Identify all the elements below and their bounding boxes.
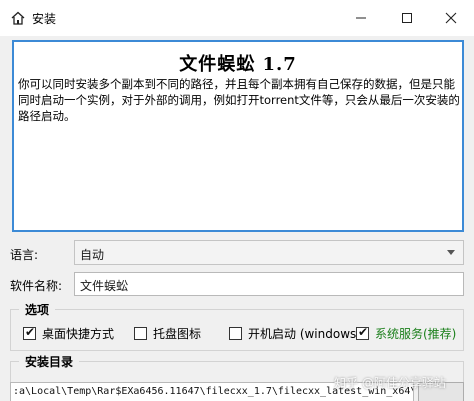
language-value: 自动 <box>80 248 105 262</box>
system-service-checkbox[interactable]: ✔ 系统服务(推荐) <box>356 325 456 342</box>
system-service-label: 系统服务(推荐) <box>375 327 457 341</box>
checkmark-icon: ✔ <box>358 325 369 339</box>
desktop-shortcut-checkbox[interactable]: ✔ 桌面快捷方式 <box>23 325 114 342</box>
maximize-button[interactable] <box>384 0 430 36</box>
info-description: 你可以同时安装多个副本到不同的路径，并且每个副本拥有自己保存的数据，但是只能同时… <box>18 77 460 123</box>
language-select[interactable]: 自动 <box>74 240 464 265</box>
close-icon <box>445 12 457 24</box>
minimize-button[interactable] <box>338 0 384 36</box>
install-dir-legend: 安装目录 <box>19 353 80 370</box>
checkmark-icon: ✔ <box>25 325 36 339</box>
software-name-value: 文件蜈蚣 <box>80 279 129 293</box>
title-bar: 安装 <box>0 0 474 36</box>
watermark: 知乎 @阿佳分享驿站 <box>334 376 446 390</box>
home-icon <box>11 11 25 25</box>
chevron-down-icon <box>447 250 455 255</box>
autostart-checkbox[interactable]: 开机启动 (windows) <box>229 325 361 342</box>
tray-icon-label: 托盘图标 <box>153 327 202 341</box>
desktop-shortcut-label: 桌面快捷方式 <box>42 327 115 341</box>
software-name-field[interactable]: 文件蜈蚣 <box>74 272 464 296</box>
maximize-icon <box>402 13 412 23</box>
options-legend: 选项 <box>19 301 56 318</box>
close-button[interactable] <box>428 0 474 36</box>
minimize-icon <box>356 17 366 19</box>
language-label: 语言: <box>10 248 39 262</box>
options-group: 选项 ✔ 桌面快捷方式 托盘图标 开机启动 (windows) ✔ 系统服务(推… <box>10 301 464 351</box>
autostart-label: 开机启动 (windows) <box>248 327 361 341</box>
software-name-label: 软件名称: <box>10 279 63 293</box>
window-title: 安装 <box>32 12 57 26</box>
info-panel: 文件蜈蚣 1.7 你可以同时安装多个副本到不同的路径，并且每个副本拥有自己保存的… <box>12 40 464 232</box>
product-title: 文件蜈蚣 1.7 <box>179 54 297 75</box>
tray-icon-checkbox[interactable]: 托盘图标 <box>134 325 201 342</box>
